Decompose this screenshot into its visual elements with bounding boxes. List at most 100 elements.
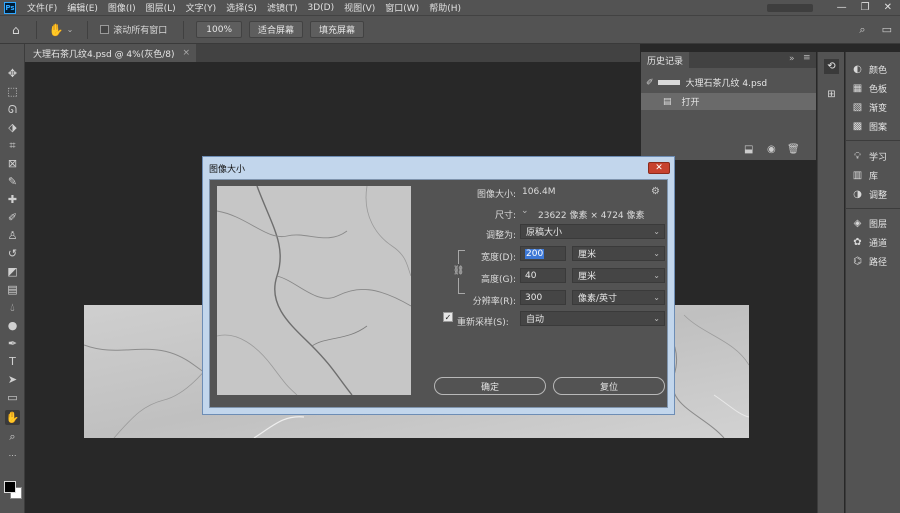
close-window-button[interactable]: ✕ bbox=[884, 2, 892, 13]
menu-image[interactable]: 图像(I) bbox=[103, 1, 141, 14]
menu-edit[interactable]: 编辑(E) bbox=[62, 1, 103, 14]
menu-filter[interactable]: 滤镜(T) bbox=[262, 1, 303, 14]
menu-file[interactable]: 文件(F) bbox=[22, 1, 62, 14]
adjustments-panel-button[interactable]: ◑ 调整 bbox=[852, 187, 887, 201]
paths-panel-button[interactable]: ⌬ 路径 bbox=[852, 254, 887, 268]
swatches-panel-button[interactable]: ▦ 色板 bbox=[852, 81, 887, 95]
chevron-down-icon[interactable]: ⌄ bbox=[67, 25, 74, 34]
path-select-icon[interactable]: ➤ bbox=[5, 372, 20, 387]
ok-button[interactable]: 确定 bbox=[434, 377, 546, 395]
height-input-value: 40 bbox=[525, 270, 537, 281]
resolution-unit-select[interactable]: 像素/英寸 ⌄ bbox=[572, 290, 665, 305]
gradient-tool-icon[interactable]: ▤ bbox=[5, 282, 20, 297]
reset-button[interactable]: 复位 bbox=[553, 377, 665, 395]
learn-panel-button[interactable]: 💡︎ 学习 bbox=[852, 149, 887, 163]
blur-tool-icon[interactable]: 💧︎ bbox=[5, 300, 20, 315]
libraries-panel-button[interactable]: ▥ 库 bbox=[852, 168, 878, 182]
lasso-tool-icon[interactable]: ᘏ bbox=[5, 102, 20, 117]
hand-tool-icon[interactable]: ✋ bbox=[49, 23, 64, 37]
collapse-panel-icon[interactable]: » bbox=[789, 54, 795, 64]
color-icon: ◐ bbox=[853, 63, 862, 75]
patterns-panel-button[interactable]: ▩ 图案 bbox=[852, 119, 887, 133]
search-bar[interactable] bbox=[766, 3, 813, 12]
image-preview[interactable] bbox=[217, 186, 411, 395]
paths-icon: ⌬ bbox=[853, 255, 862, 267]
height-unit-select[interactable]: 厘米 ⌄ bbox=[572, 268, 665, 283]
width-input[interactable]: 200 bbox=[520, 246, 566, 261]
history-dock-icon[interactable]: ⟲ bbox=[824, 59, 839, 74]
dialog-title: 图像大小 bbox=[209, 164, 246, 175]
patterns-panel-label: 图案 bbox=[869, 122, 888, 133]
history-step[interactable]: ▤ 打开 bbox=[641, 93, 816, 110]
close-tab-icon[interactable]: × bbox=[182, 48, 190, 58]
marquee-tool-icon[interactable]: ⬚ bbox=[5, 84, 20, 99]
brush-tool-icon[interactable]: ✐ bbox=[5, 210, 20, 225]
search-icon[interactable]: ⌕ bbox=[859, 23, 865, 37]
channels-panel-button[interactable]: ✿ 通道 bbox=[852, 235, 887, 249]
move-tool-icon[interactable]: ✥ bbox=[5, 66, 20, 81]
pen-tool-icon[interactable]: ✒ bbox=[5, 336, 20, 351]
quick-select-tool-icon[interactable]: ⬗ bbox=[5, 120, 20, 135]
properties-dock-icon[interactable]: ⊞ bbox=[824, 87, 839, 102]
history-panel-tab[interactable]: 历史记录 bbox=[641, 52, 690, 68]
libraries-panel-label: 库 bbox=[869, 171, 879, 182]
scroll-all-checkbox[interactable] bbox=[100, 25, 110, 34]
zoom-tool-icon[interactable]: ⌕ bbox=[5, 429, 20, 444]
menu-window[interactable]: 窗口(W) bbox=[380, 1, 424, 14]
trash-icon[interactable]: 🗑︎ bbox=[787, 144, 800, 155]
height-input[interactable]: 40 bbox=[520, 268, 566, 283]
gear-icon[interactable]: ⚙ bbox=[651, 186, 660, 197]
gradients-icon: ▧ bbox=[852, 101, 863, 113]
history-brush-source-icon[interactable]: ✐ bbox=[646, 78, 654, 88]
fit-screen-button[interactable]: 适合屏幕 bbox=[249, 21, 304, 38]
menu-3d[interactable]: 3D(D) bbox=[302, 3, 339, 13]
crop-tool-icon[interactable]: ⌗ bbox=[5, 138, 20, 153]
eyedropper-tool-icon[interactable]: ✎ bbox=[5, 174, 20, 189]
menu-help[interactable]: 帮助(H) bbox=[424, 1, 466, 14]
history-snapshot[interactable]: ✐ 大理石茶几纹 4.psd bbox=[641, 74, 816, 91]
workspace-icon[interactable]: ▭ bbox=[882, 23, 892, 36]
resample-checkbox[interactable]: ✓ bbox=[443, 312, 453, 322]
options-bar: ⌂ ✋ ⌄ 滚动所有窗口 100% 适合屏幕 填充屏幕 ⌕ ▭ bbox=[0, 15, 900, 44]
menu-select[interactable]: 选择(S) bbox=[221, 1, 262, 14]
menu-view[interactable]: 视图(V) bbox=[339, 1, 380, 14]
rectangle-tool-icon[interactable]: ▭ bbox=[5, 390, 20, 405]
fit-to-select[interactable]: 原稿大小 ⌄ bbox=[520, 224, 665, 239]
document-tab[interactable]: 大理石茶几纹4.psd @ 4%(灰色/8) × bbox=[25, 44, 197, 62]
dialog-close-button[interactable]: ✕ bbox=[648, 162, 670, 174]
dimensions-chevron-icon[interactable]: ⌄ bbox=[521, 206, 529, 216]
width-unit-select[interactable]: 厘米 ⌄ bbox=[572, 246, 665, 261]
restore-button[interactable]: ❐ bbox=[861, 2, 870, 13]
gradients-panel-button[interactable]: ▧ 渐变 bbox=[852, 100, 887, 114]
type-tool-icon[interactable]: T bbox=[5, 354, 20, 369]
menu-type[interactable]: 文字(Y) bbox=[181, 1, 222, 14]
history-brush-icon[interactable]: ↺ bbox=[5, 246, 20, 261]
resolution-input-value: 300 bbox=[525, 292, 543, 303]
panel-menu-icon[interactable]: ≡ bbox=[803, 53, 811, 63]
new-document-from-state-icon[interactable]: ⬓ bbox=[744, 144, 753, 155]
image-size-dialog: 图像大小 ✕ 图像大小: 106.4M ⚙ 尺寸: ⌄ 23622 像素 × 4… bbox=[202, 156, 675, 415]
zoom-100-button[interactable]: 100% bbox=[196, 21, 243, 38]
layers-panel-button[interactable]: ◈ 图层 bbox=[852, 216, 887, 230]
minimize-button[interactable]: — bbox=[837, 2, 847, 13]
scroll-all-label: 滚动所有窗口 bbox=[113, 26, 168, 36]
color-panel-button[interactable]: ◐ 颜色 bbox=[852, 62, 887, 76]
resample-select[interactable]: 自动 ⌄ bbox=[520, 311, 665, 326]
eraser-tool-icon[interactable]: ◩ bbox=[5, 264, 20, 279]
edit-toolbar-icon[interactable]: ⋯ bbox=[5, 448, 20, 463]
foreground-color-swatch[interactable] bbox=[4, 481, 16, 493]
swatches-icon: ▦ bbox=[852, 82, 863, 94]
camera-icon[interactable]: ◉ bbox=[767, 144, 776, 155]
hand-tool-icon[interactable]: ✋ bbox=[5, 410, 20, 425]
dodge-tool-icon[interactable]: ● bbox=[5, 318, 20, 333]
home-icon[interactable]: ⌂ bbox=[12, 23, 20, 37]
frame-tool-icon[interactable]: ⊠ bbox=[5, 156, 20, 171]
document-tab-bar: 大理石茶几纹4.psd @ 4%(灰色/8) × bbox=[25, 44, 640, 62]
fill-screen-button[interactable]: 填充屏幕 bbox=[310, 21, 365, 38]
dialog-title-bar[interactable]: 图像大小 bbox=[203, 157, 674, 179]
stamp-tool-icon[interactable]: ♙ bbox=[5, 228, 20, 243]
resample-label: 重新采样(S): bbox=[457, 318, 509, 328]
menu-layer[interactable]: 图层(L) bbox=[141, 1, 181, 14]
resolution-input[interactable]: 300 bbox=[520, 290, 566, 305]
healing-brush-icon[interactable]: ✚ bbox=[5, 192, 20, 207]
